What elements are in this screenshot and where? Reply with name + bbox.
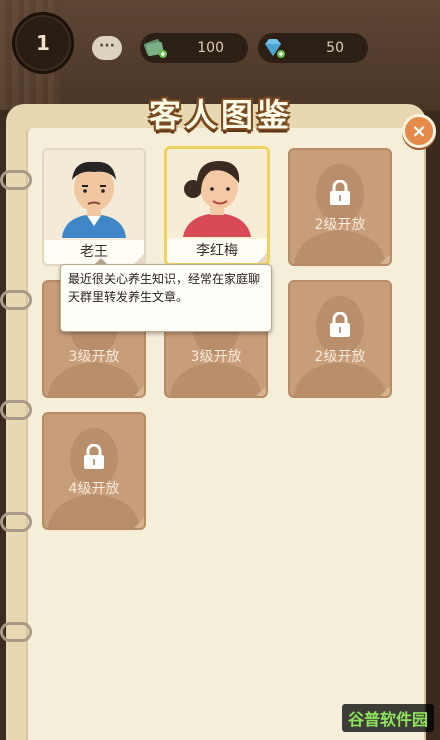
binder-ring [0,622,32,642]
lock-icon [330,180,350,205]
lock-icon [84,444,104,469]
binder-ring [0,170,32,190]
guest-card-lihongmei[interactable]: 李红梅 [164,146,270,266]
cash-counter[interactable]: 100 [140,33,248,63]
panel-title: 客人图鉴 [148,96,293,134]
guest-silhouette [48,428,140,528]
binder-ring [0,400,32,420]
guest-silhouette [294,296,386,396]
guest-portrait [44,150,144,238]
diamond-value: 50 [326,40,344,56]
card-corner-fold [134,254,144,264]
guest-card-locked[interactable]: 2级开放 [288,280,392,398]
guest-name: 李红梅 [167,239,267,263]
player-level-value: 1 [36,31,50,55]
guest-card-locked[interactable]: 2级开放 [288,148,392,266]
guest-description-tooltip: 最近很关心养生知识，经常在家庭聊天群里转发养生文章。 [60,264,272,332]
watermark-logo: 谷普软件园 [341,704,434,732]
unlock-requirement: 3级开放 [190,349,242,365]
panel-title-banner: 客人图鉴 [128,88,314,138]
card-corner-fold [256,386,266,396]
guest-portrait [167,149,267,237]
unlock-requirement: 2级开放 [314,217,366,233]
unlock-requirement: 3级开放 [68,349,120,365]
cash-icon [142,35,168,61]
binder-ring [0,290,32,310]
card-corner-fold [134,386,144,396]
player-level-badge[interactable]: 1 [12,12,74,74]
lock-icon [330,312,350,337]
binder-ring [0,512,32,532]
card-corner-fold [380,386,390,396]
close-button[interactable]: × [402,114,436,148]
card-corner-fold [257,253,267,263]
guest-card-locked[interactable]: 4级开放 [42,412,146,530]
card-corner-fold [380,254,390,264]
diamond-icon [260,35,286,61]
close-icon: × [411,120,427,142]
guest-card-laowang[interactable]: 老王 [42,148,146,266]
guest-silhouette [294,164,386,264]
unlock-requirement: 2级开放 [314,349,366,365]
unlock-requirement: 4级开放 [68,481,120,497]
diamond-counter[interactable]: 50 [258,33,368,63]
chat-bubble-icon[interactable]: ··· [92,36,122,60]
cash-value: 100 [197,40,224,56]
card-corner-fold [134,518,144,528]
